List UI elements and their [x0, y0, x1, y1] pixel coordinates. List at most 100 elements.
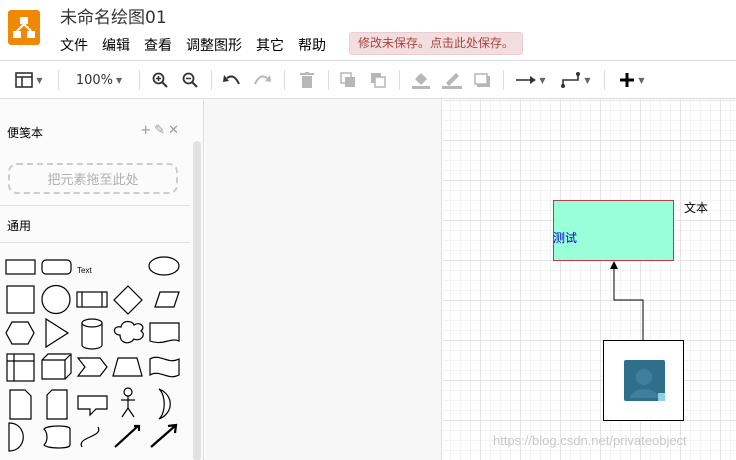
zoom-in-icon	[152, 72, 168, 88]
waypoints-icon	[561, 72, 581, 88]
drawio-logo-icon[interactable]	[8, 10, 40, 45]
undo-icon	[223, 74, 241, 86]
menu-extras[interactable]: 其它	[256, 35, 284, 55]
document-title[interactable]: 未命名绘图01	[60, 3, 167, 28]
shape-cloud[interactable]	[113, 320, 144, 344]
shape-bidirectional-arrow[interactable]	[114, 424, 141, 448]
toolbar-divider	[211, 70, 212, 90]
close-icon[interactable]: ✕	[168, 123, 182, 138]
shape-text[interactable]: Text	[77, 266, 92, 275]
shape-callout[interactable]	[77, 395, 108, 417]
insert-icon	[619, 72, 635, 88]
drop-hint: 把元素拖至此处	[47, 173, 139, 188]
to-front-icon	[340, 72, 356, 88]
add-icon[interactable]: +	[140, 123, 154, 138]
line-color-button[interactable]	[441, 69, 463, 91]
zoom-out-icon	[182, 72, 198, 88]
toolbar-divider	[139, 70, 140, 90]
watermark: https://blog.csdn.net/privateobject	[493, 433, 687, 448]
shape-note[interactable]	[9, 389, 32, 420]
shape-actor[interactable]	[121, 387, 135, 418]
shape-rectangle[interactable]	[5, 259, 36, 275]
redo-icon	[253, 74, 271, 86]
toolbar: ▼ 100% ▼ ▼ ▼ ▼	[0, 60, 736, 99]
menu-arrange[interactable]: 调整图形	[186, 35, 242, 55]
toolbar-divider	[328, 70, 329, 90]
format-panel-toggle[interactable]: ▼	[11, 69, 47, 91]
to-back-button[interactable]	[368, 69, 388, 91]
menu-file[interactable]: 文件	[60, 35, 88, 55]
shape-square[interactable]	[6, 285, 35, 314]
delete-button[interactable]	[297, 69, 317, 91]
undo-button[interactable]	[222, 69, 242, 91]
general-section-header[interactable]: 通用	[0, 206, 190, 243]
toolbar-divider	[604, 70, 605, 90]
chevron-down-icon: ▼	[584, 75, 591, 85]
app-header: 未命名绘图01 文件 编辑 查看 调整图形 其它 帮助 修改未保存。点击此处保存…	[0, 0, 736, 60]
to-front-button[interactable]	[338, 69, 358, 91]
redo-button[interactable]	[252, 69, 272, 91]
shape-container[interactable]	[6, 353, 35, 382]
toolbar-divider	[284, 70, 285, 90]
scratchpad-actions: +✎✕	[140, 123, 182, 138]
rectangle-label[interactable]: 测试	[553, 229, 577, 246]
waypoints-dropdown[interactable]: ▼	[558, 69, 594, 91]
shape-triangle[interactable]	[45, 317, 70, 349]
shape-step[interactable]	[76, 357, 108, 377]
fill-color-icon	[412, 71, 430, 89]
chevron-down-icon: ▼	[36, 75, 43, 85]
format-panel-icon	[15, 72, 34, 88]
shapes-sidebar: 便笺本 +✎✕ 把元素拖至此处 通用 Text	[0, 99, 204, 460]
scratchpad-drop-zone[interactable]: 把元素拖至此处	[8, 163, 178, 194]
diagram-canvas[interactable]	[443, 99, 736, 460]
shape-rounded-rectangle[interactable]	[41, 259, 72, 275]
shape-arrow[interactable]	[150, 423, 178, 448]
zoom-dropdown[interactable]: 100% ▼	[70, 69, 128, 91]
user-avatar-icon	[624, 360, 665, 401]
canvas-margin	[205, 99, 442, 460]
shape-hexagon[interactable]	[5, 321, 35, 345]
menu-bar: 文件 编辑 查看 调整图形 其它 帮助	[60, 35, 340, 55]
menu-view[interactable]: 查看	[144, 35, 172, 55]
shape-tape[interactable]	[149, 356, 180, 378]
zoom-in-button[interactable]	[150, 69, 170, 91]
shape-card[interactable]	[46, 389, 68, 420]
toolbar-divider	[58, 70, 59, 90]
chevron-down-icon: ▼	[539, 75, 546, 85]
shape-curve[interactable]	[80, 426, 100, 448]
chevron-down-icon: ▼	[638, 75, 645, 85]
menu-help[interactable]: 帮助	[298, 35, 326, 55]
edit-icon[interactable]: ✎	[154, 123, 168, 138]
shape-grid: Text	[5, 256, 180, 452]
scratchpad-title[interactable]: 便笺本	[7, 124, 43, 141]
toolbar-divider	[503, 70, 504, 90]
scratchpad-section: 便笺本 +✎✕ 把元素拖至此处	[0, 99, 190, 206]
zoom-level: 100%	[75, 72, 113, 88]
line-color-icon	[442, 71, 462, 89]
fill-color-button[interactable]	[411, 69, 431, 91]
toolbar-divider	[399, 70, 400, 90]
chevron-down-icon: ▼	[116, 75, 123, 85]
shape-trapezoid[interactable]	[112, 357, 143, 377]
sidebar-scrollbar[interactable]	[193, 141, 201, 460]
diagram-text[interactable]: 文本	[684, 199, 708, 216]
shape-delay[interactable]	[8, 422, 24, 452]
shape-ellipse[interactable]	[148, 256, 180, 276]
menu-edit[interactable]: 编辑	[102, 35, 130, 55]
shape-circle[interactable]	[41, 284, 71, 315]
connection-icon	[516, 75, 537, 85]
zoom-out-button[interactable]	[180, 69, 200, 91]
unsaved-changes-notice[interactable]: 修改未保存。点击此处保存。	[349, 32, 524, 55]
shape-or[interactable]	[158, 388, 171, 420]
insert-dropdown[interactable]: ▼	[614, 69, 650, 91]
shadow-button[interactable]	[472, 69, 492, 91]
connection-style-dropdown[interactable]: ▼	[513, 69, 549, 91]
shape-document[interactable]	[149, 322, 180, 344]
shape-diamond[interactable]	[113, 285, 143, 315]
delete-icon	[300, 72, 314, 88]
shadow-icon	[474, 73, 490, 87]
to-back-icon	[370, 72, 386, 88]
diagram-image-shape[interactable]	[603, 340, 684, 421]
shape-parallelogram[interactable]	[154, 291, 180, 308]
shape-data-storage[interactable]	[43, 425, 71, 449]
